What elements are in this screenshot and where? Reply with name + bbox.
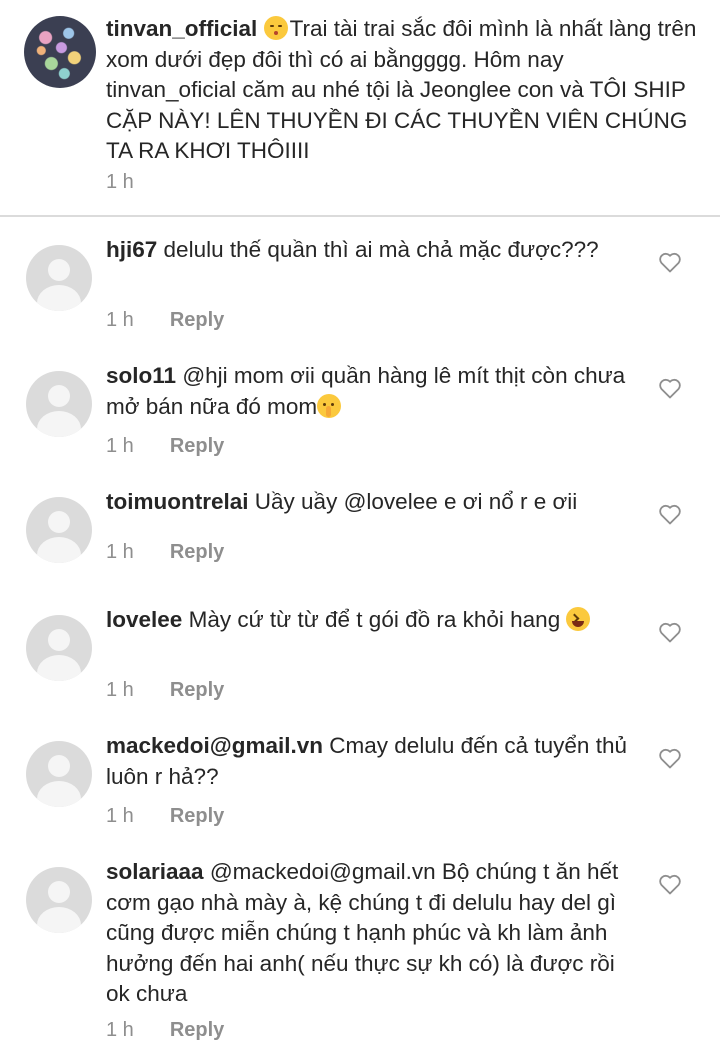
comment-meta: 1 h Reply: [106, 1019, 224, 1042]
reply-button[interactable]: Reply: [170, 1019, 224, 1041]
avatar[interactable]: [26, 371, 92, 437]
heart-icon[interactable]: [658, 377, 682, 399]
author-avatar[interactable]: [24, 16, 96, 88]
comment-username[interactable]: toimuontrelai: [106, 489, 249, 514]
comment-text: toimuontrelai Uầy uầy @lovelee e ơi nổ r…: [106, 487, 636, 518]
reply-button[interactable]: Reply: [170, 309, 224, 331]
caption-text: tinvan_official Trai tài trai sắc đôi mì…: [106, 14, 698, 167]
comment-username[interactable]: hji67: [106, 237, 157, 262]
comment-text: hji67 delulu thế quần thì ai mà chả mặc …: [106, 235, 636, 266]
timestamp: 1 h: [106, 679, 134, 701]
reply-button[interactable]: Reply: [170, 805, 224, 827]
timestamp: 1 h: [106, 541, 134, 563]
caption-meta: 1 h: [106, 171, 134, 194]
reply-button[interactable]: Reply: [170, 679, 224, 701]
comment-text: mackedoi@gmail.vn Cmay delulu đến cả tuy…: [106, 731, 636, 792]
comment-body: Mày cứ từ từ để t gói đồ ra khỏi hang: [188, 607, 561, 632]
caption-username[interactable]: tinvan_official: [106, 16, 257, 41]
kissing-face-emoji-icon: [263, 16, 288, 40]
shushing-face-emoji-icon: [317, 393, 342, 418]
comment-username[interactable]: solo11: [106, 363, 176, 388]
timestamp: 1 h: [106, 435, 134, 457]
heart-icon[interactable]: [658, 747, 682, 769]
avatar[interactable]: [26, 497, 92, 563]
comment-meta: 1 h Reply: [106, 805, 224, 828]
heart-icon[interactable]: [658, 621, 682, 643]
comment-meta: 1 h Reply: [106, 435, 224, 458]
timestamp: 1 h: [106, 805, 134, 827]
avatar[interactable]: [26, 615, 92, 681]
comment-text: solo11 @hji mom ơii quần hàng lê mít thị…: [106, 361, 636, 422]
avatar[interactable]: [26, 245, 92, 311]
comment-meta: 1 h Reply: [106, 679, 224, 702]
comment-username[interactable]: mackedoi@gmail.vn: [106, 733, 323, 758]
comment-body: Uầy uầy @lovelee e ơi nổ r e ơii: [254, 489, 578, 514]
comment-text: lovelee Mày cứ từ từ để t gói đồ ra khỏi…: [106, 605, 636, 636]
avatar[interactable]: [26, 867, 92, 933]
comment-meta: 1 h Reply: [106, 541, 224, 564]
comment-text: solariaaa @mackedoi@gmail.vn Bộ chúng t …: [106, 857, 636, 1010]
timestamp: 1 h: [106, 1019, 134, 1041]
divider: [0, 215, 720, 217]
heart-icon[interactable]: [658, 873, 682, 895]
laughing-face-emoji-icon: [566, 607, 591, 631]
comment-body: @hji mom ơii quần hàng lê mít thịt còn c…: [106, 363, 626, 419]
avatar[interactable]: [26, 741, 92, 807]
caption: tinvan_official Trai tài trai sắc đôi mì…: [0, 0, 720, 215]
comment-meta: 1 h Reply: [106, 309, 224, 332]
comment-body: delulu thế quần thì ai mà chả mặc được??…: [163, 237, 599, 262]
comment-username[interactable]: lovelee: [106, 607, 182, 632]
timestamp: 1 h: [106, 309, 134, 331]
comment-username[interactable]: solariaaa: [106, 859, 204, 884]
reply-button[interactable]: Reply: [170, 541, 224, 563]
reply-button[interactable]: Reply: [170, 435, 224, 457]
heart-icon[interactable]: [658, 251, 682, 273]
heart-icon[interactable]: [658, 503, 682, 525]
timestamp: 1 h: [106, 171, 134, 193]
